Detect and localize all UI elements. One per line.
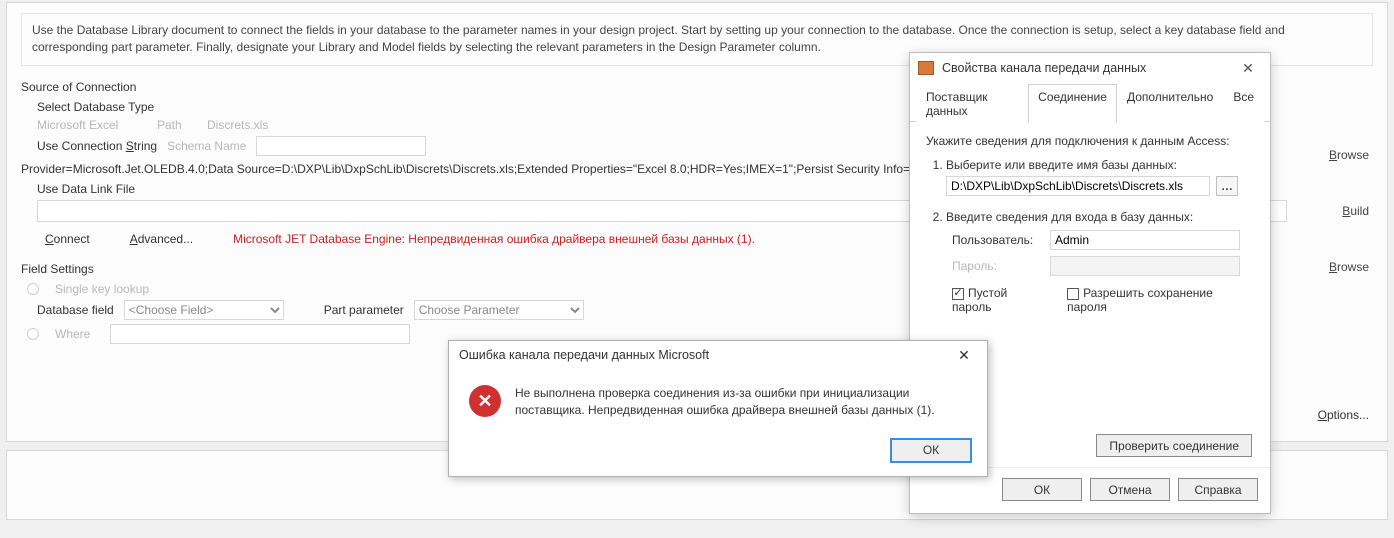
user-input[interactable] — [1050, 230, 1240, 250]
where-radio[interactable] — [27, 328, 39, 340]
tab-all[interactable]: Все — [1223, 84, 1264, 122]
close-icon[interactable]: ✕ — [949, 344, 979, 366]
use-connection-string-label: Use Connection String — [37, 139, 157, 153]
single-key-lookup-radio[interactable] — [27, 283, 39, 295]
use-data-link-file-label: Use Data Link File — [37, 182, 135, 196]
error-icon: ✕ — [469, 385, 501, 417]
part-parameter-select[interactable]: Choose Parameter — [414, 300, 584, 320]
build-button[interactable]: Build — [1342, 204, 1369, 218]
close-icon[interactable]: ✕ — [1234, 58, 1262, 78]
error-message-text: Не выполнена проверка соединения из-за о… — [515, 385, 935, 419]
user-label: Пользователь: — [952, 233, 1042, 247]
props-intro: Укажите сведения для подключения к данны… — [926, 134, 1254, 148]
where-input[interactable] — [110, 324, 410, 344]
empty-password-checkbox[interactable]: Пустой пароль — [952, 286, 1049, 314]
select-db-type-label: Select Database Type — [37, 100, 154, 114]
advanced-button[interactable]: Advanced... — [130, 232, 193, 246]
tab-connection[interactable]: Соединение — [1028, 84, 1117, 122]
connect-button[interactable]: Connect — [45, 232, 90, 246]
where-label: Where — [55, 327, 90, 341]
browse-button-2[interactable]: Browse — [1329, 260, 1369, 274]
connection-error-text: Microsoft JET Database Engine: Непредвид… — [233, 232, 755, 246]
schema-name-label: Schema Name — [167, 139, 246, 153]
password-label: Пароль: — [952, 259, 1042, 273]
password-input — [1050, 256, 1240, 276]
right-actions: Browse Build Browse — [1329, 148, 1369, 274]
database-field-select[interactable]: <Choose Field> — [124, 300, 284, 320]
schema-name-input[interactable] — [256, 136, 426, 156]
step2-label: Введите сведения для входа в базу данных… — [946, 210, 1254, 224]
browse-button-1[interactable]: Browse — [1329, 148, 1369, 162]
error-dialog-title: Ошибка канала передачи данных Microsoft — [459, 348, 709, 362]
props-help-button[interactable]: Справка — [1178, 478, 1258, 501]
data-link-title: Свойства канала передачи данных — [942, 61, 1146, 75]
props-ok-button[interactable]: ОК — [1002, 478, 1082, 501]
step1-label: Выберите или введите имя базы данных: — [946, 158, 1254, 172]
database-field-label: Database field — [37, 303, 114, 317]
db-path-input[interactable] — [946, 176, 1210, 196]
data-link-title-icon — [918, 61, 934, 75]
browse-db-button[interactable]: … — [1216, 176, 1238, 196]
props-cancel-button[interactable]: Отмена — [1090, 478, 1170, 501]
path-value: Discrets.xls — [207, 118, 268, 132]
test-connection-button[interactable]: Проверить соединение — [1096, 434, 1252, 457]
error-ok-button[interactable]: ОК — [891, 439, 971, 462]
part-parameter-label: Part parameter — [324, 303, 404, 317]
tab-provider[interactable]: Поставщик данных — [916, 84, 1028, 122]
options-button[interactable]: Options... — [1318, 408, 1369, 422]
path-label: Path — [157, 118, 197, 132]
tab-additional[interactable]: Дополнительно — [1117, 84, 1223, 122]
error-dialog: Ошибка канала передачи данных Microsoft … — [448, 340, 988, 477]
db-type-value: Microsoft Excel — [37, 118, 147, 132]
allow-save-password-checkbox[interactable]: Разрешить сохранение пароля — [1067, 286, 1254, 314]
single-key-lookup-label: Single key lookup — [55, 282, 149, 296]
props-tabs: Поставщик данных Соединение Дополнительн… — [910, 83, 1270, 122]
